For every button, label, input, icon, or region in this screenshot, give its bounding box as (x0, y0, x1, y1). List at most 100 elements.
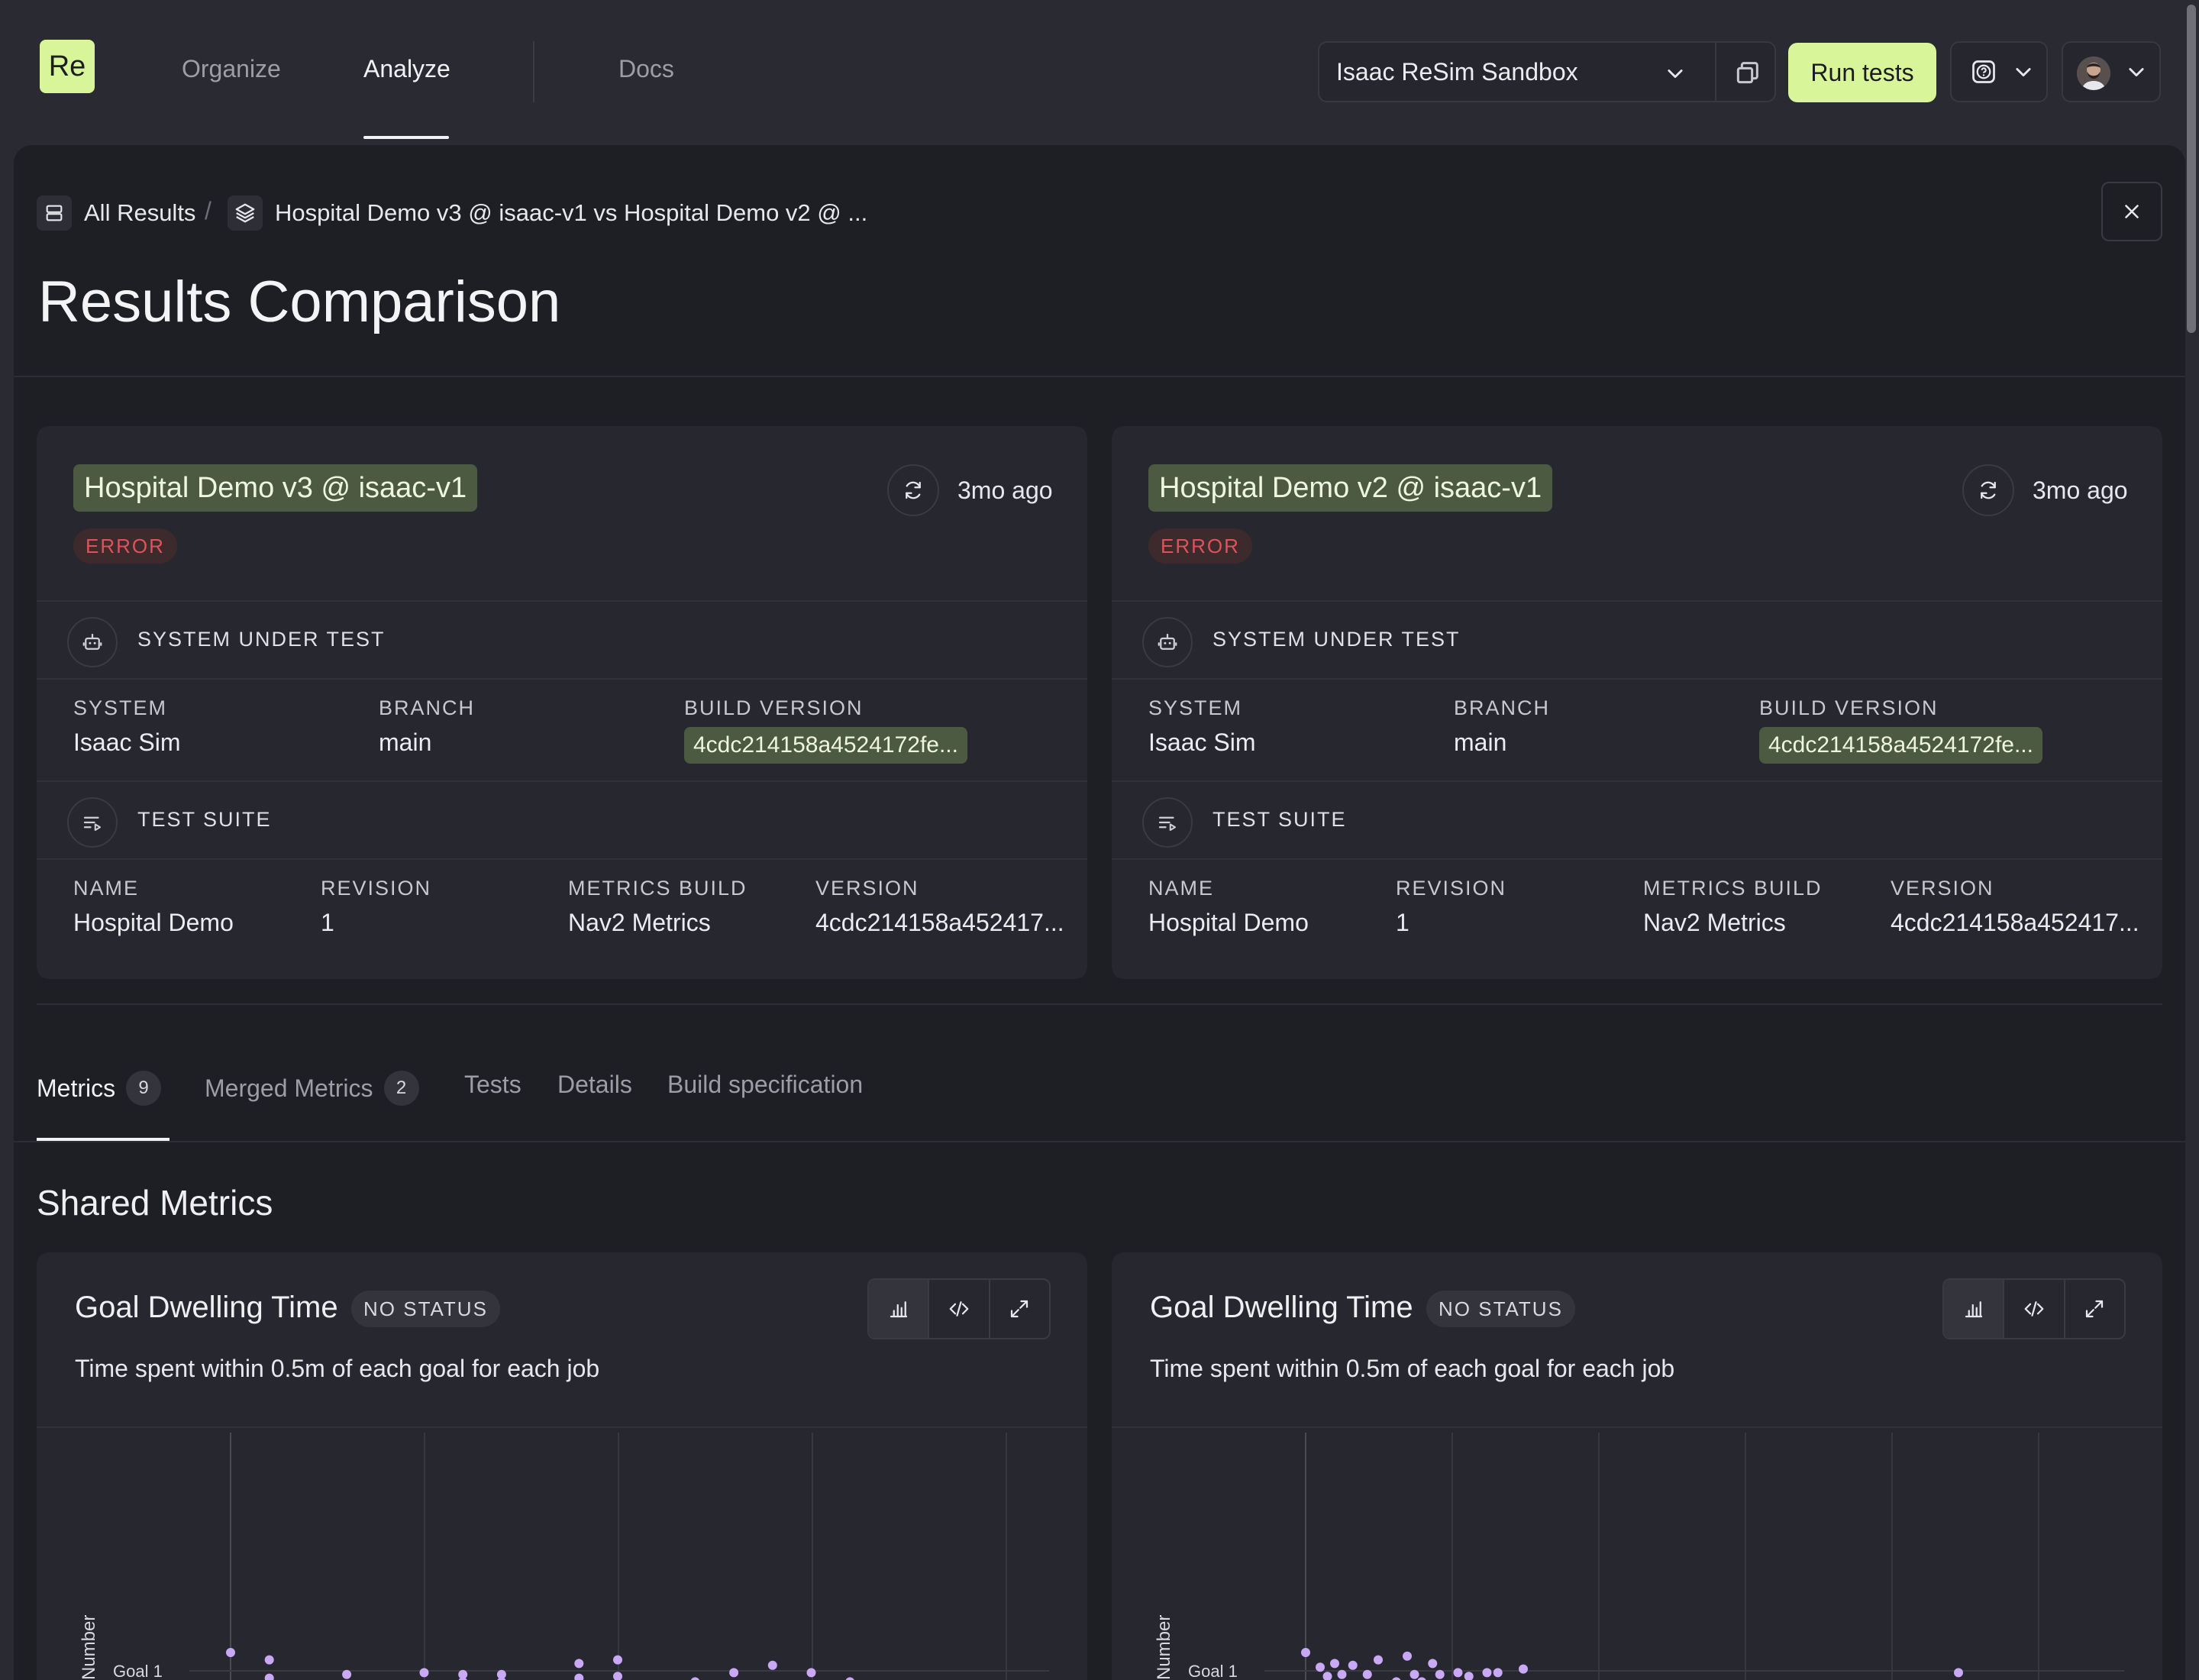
build-version-chip[interactable]: 4cdc214158a4524172fe... (1759, 727, 2042, 764)
data-point (1348, 1660, 1358, 1670)
data-point (1428, 1659, 1438, 1669)
data-point (767, 1660, 777, 1670)
code-view-button[interactable] (2004, 1280, 2065, 1338)
shared-metrics-heading: Shared Metrics (37, 1183, 273, 1223)
nav-analyze[interactable]: Analyze (363, 55, 450, 83)
tab-merged-metrics[interactable]: Merged Metrics 2 (205, 1071, 419, 1106)
metric-card-right: Goal Dwelling Time NO STATUS Time spent … (1112, 1252, 2162, 1680)
data-point (1374, 1655, 1383, 1665)
expand-button[interactable] (2065, 1280, 2124, 1338)
tab-label: Metrics (37, 1074, 116, 1102)
build-version-chip[interactable]: 4cdc214158a4524172fe... (684, 727, 967, 764)
section-label-sut: SYSTEM UNDER TEST (137, 628, 386, 651)
data-point (1519, 1664, 1528, 1674)
expand-button[interactable] (990, 1280, 1049, 1338)
chart-view-button[interactable] (869, 1280, 930, 1338)
data-point (342, 1669, 352, 1679)
data-point (1417, 1677, 1426, 1680)
metrics-build-value: Nav2 Metrics (568, 909, 711, 936)
revision-label: REVISION (1396, 877, 1507, 900)
divider (1112, 780, 2162, 782)
section-label-suite: TEST SUITE (1213, 808, 1347, 831)
breadcrumb-root-label: All Results (84, 199, 196, 226)
user-menu-button[interactable] (2062, 41, 2161, 102)
project-divider (1715, 43, 1716, 101)
refresh-button[interactable] (887, 464, 939, 516)
data-point (1316, 1662, 1325, 1672)
code-icon (949, 1301, 969, 1317)
build-version-label: BUILD VERSION (1759, 696, 1939, 719)
tab-details[interactable]: Details (557, 1071, 632, 1099)
scatter-chart[interactable]: Number Goal 1 (37, 1428, 1087, 1680)
data-point (729, 1668, 739, 1678)
data-point (264, 1673, 274, 1680)
data-point (458, 1669, 468, 1679)
data-point (574, 1659, 584, 1669)
data-point (613, 1672, 622, 1680)
branch-label: BRANCH (379, 696, 476, 719)
tab-tests[interactable]: Tests (464, 1071, 521, 1099)
data-point (1453, 1668, 1463, 1678)
nav-divider (533, 41, 534, 102)
data-point (1464, 1672, 1474, 1680)
scrollbar-thumb[interactable] (2187, 5, 2196, 333)
metrics-build-label: METRICS BUILD (1643, 877, 1823, 900)
project-selector[interactable]: Isaac ReSim Sandbox (1318, 41, 1776, 102)
bar-chart-icon (1965, 1301, 1982, 1318)
data-point (1362, 1669, 1372, 1679)
tab-metrics[interactable]: Metrics 9 (37, 1071, 162, 1106)
result-title-chip[interactable]: Hospital Demo v3 @ isaac-v1 (73, 464, 478, 512)
revision-label: REVISION (321, 877, 432, 900)
divider (37, 678, 1087, 680)
y-axis-label: Number (1154, 1615, 1174, 1680)
refresh-button[interactable] (1962, 464, 2014, 516)
nav-organize[interactable]: Organize (182, 55, 281, 83)
top-navigation: Re Organize Analyze Docs Isaac ReSim San… (0, 0, 2199, 145)
help-icon (1972, 60, 1995, 83)
metric-view-toggle (867, 1278, 1051, 1339)
metric-view-toggle (1942, 1278, 2126, 1339)
chevron-down-icon (2129, 68, 2144, 77)
version-value: 4cdc214158a452417... (1891, 909, 2139, 936)
y-tick-label: Goal 1 (113, 1662, 163, 1680)
help-menu-button[interactable] (1950, 41, 2048, 102)
nav-active-indicator (363, 136, 449, 139)
branch-label: BRANCH (1454, 696, 1551, 719)
data-point (1337, 1669, 1347, 1679)
result-title-chip[interactable]: Hospital Demo v2 @ isaac-v1 (1148, 464, 1553, 512)
system-label: SYSTEM (1148, 696, 1243, 719)
suite-name-label: NAME (1148, 877, 1215, 900)
metric-status-badge: NO STATUS (1426, 1291, 1575, 1327)
data-point (1403, 1651, 1412, 1661)
system-label: SYSTEM (73, 696, 168, 719)
build-version-label: BUILD VERSION (684, 696, 864, 719)
data-point (264, 1655, 274, 1665)
resim-logo[interactable]: Re (40, 40, 95, 93)
nav-docs[interactable]: Docs (618, 55, 674, 83)
chart-view-button[interactable] (1944, 1280, 2005, 1338)
status-badge: ERROR (1148, 528, 1252, 564)
tab-build-specification[interactable]: Build specification (667, 1071, 863, 1099)
data-point (419, 1668, 429, 1678)
y-tick-label: Goal 1 (1188, 1662, 1238, 1680)
metrics-build-label: METRICS BUILD (568, 877, 748, 900)
suite-name-value: Hospital Demo (73, 909, 234, 936)
result-card-right: Hospital Demo v2 @ isaac-v1 ERROR 3mo ag… (1112, 426, 2162, 979)
close-button[interactable] (2101, 182, 2162, 241)
metric-description: Time spent within 0.5m of each goal for … (75, 1355, 600, 1382)
tab-count: 9 (126, 1071, 162, 1106)
suite-name-value: Hospital Demo (1148, 909, 1309, 936)
breadcrumb-all-results[interactable]: All Results (37, 195, 195, 231)
suite-name-label: NAME (73, 877, 140, 900)
list-icon (37, 195, 72, 231)
copy-icon[interactable] (1732, 58, 1762, 89)
data-point (496, 1669, 506, 1679)
code-view-button[interactable] (929, 1280, 990, 1338)
run-tests-button[interactable]: Run tests (1788, 43, 1936, 102)
data-point (1409, 1669, 1419, 1679)
data-point (613, 1655, 622, 1665)
scatter-chart[interactable]: Number Goal 1 (1112, 1428, 2162, 1680)
status-badge: ERROR (73, 528, 177, 564)
time-ago: 3mo ago (957, 477, 1053, 504)
tab-label: Merged Metrics (205, 1074, 373, 1102)
